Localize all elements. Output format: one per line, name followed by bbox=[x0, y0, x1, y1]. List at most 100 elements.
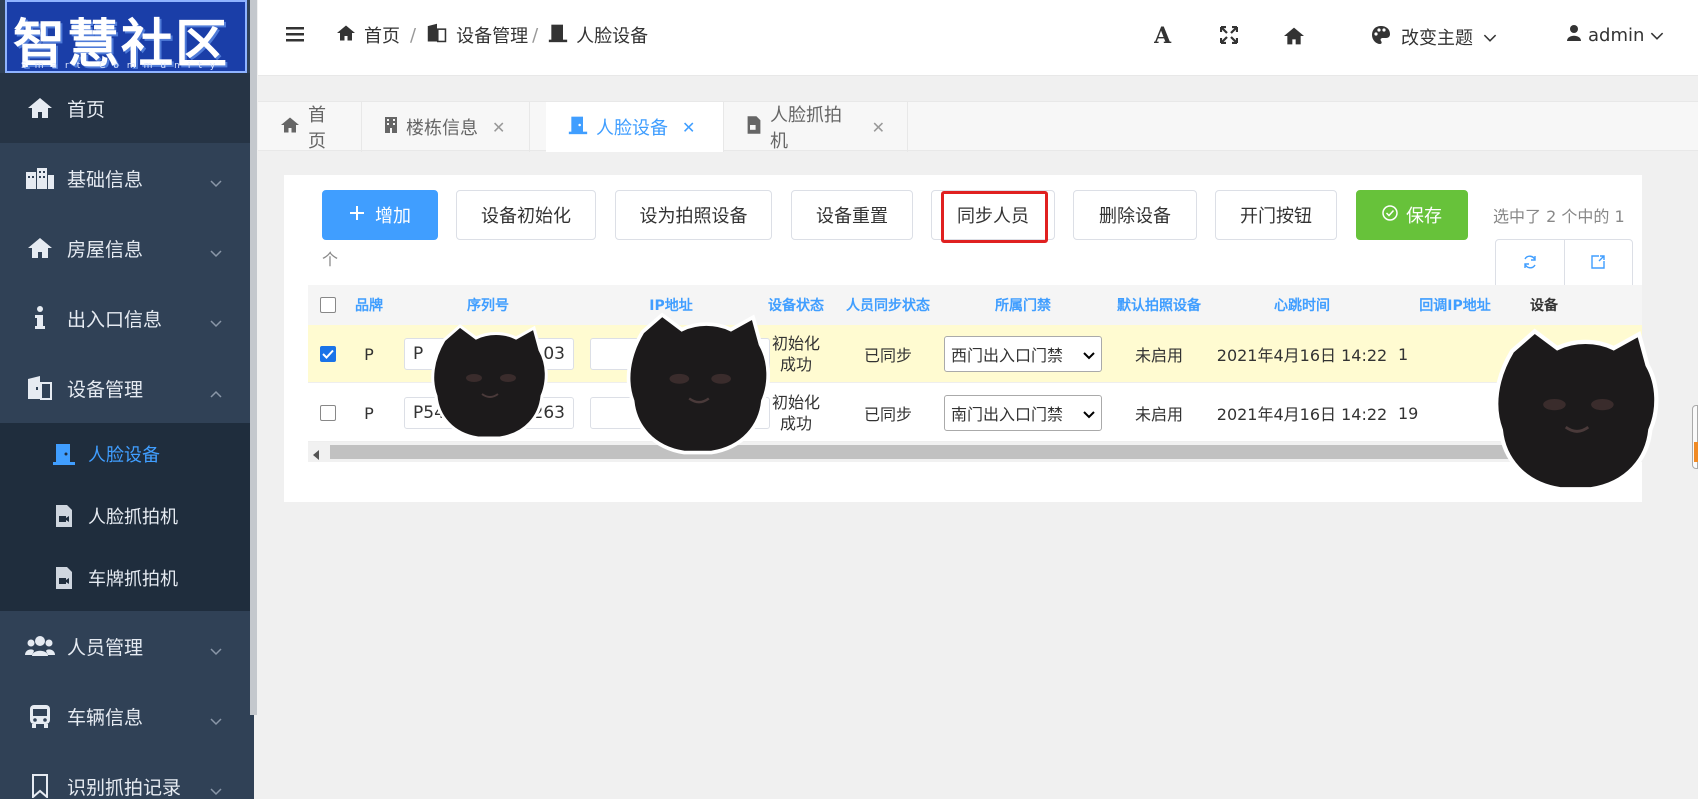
close-icon[interactable]: ✕ bbox=[872, 118, 885, 137]
door-value: 西门出入口门禁 bbox=[951, 346, 1064, 365]
sidebar-item-device-mgmt[interactable]: 设备管理 bbox=[0, 353, 250, 423]
column-header[interactable]: 所属门禁 bbox=[940, 285, 1106, 325]
sidebar-item-label: 设备管理 bbox=[67, 378, 144, 401]
mascot-sticker-icon bbox=[1494, 328, 1659, 492]
column-header[interactable]: 设备 bbox=[1518, 285, 1570, 325]
column-header[interactable]: 心跳时间 bbox=[1212, 285, 1392, 325]
home-icon bbox=[25, 93, 55, 123]
tab-building-info[interactable]: 楼栋信息 ✕ bbox=[362, 102, 530, 152]
scroll-left-icon[interactable] bbox=[312, 446, 320, 463]
mascot-sticker-icon bbox=[626, 312, 771, 455]
breadcrumb: 首页 / 设备管理 / 人脸设备 bbox=[336, 22, 648, 48]
bookmark-icon bbox=[25, 771, 55, 799]
column-header[interactable]: 人员同步状态 bbox=[836, 285, 940, 325]
door-value: 南门出入口门禁 bbox=[951, 405, 1064, 424]
sync-people-button[interactable]: 同步人员 bbox=[931, 190, 1055, 240]
tab-home[interactable]: 首页 bbox=[258, 102, 362, 152]
column-header[interactable]: 回调IP地址 bbox=[1392, 285, 1518, 325]
open-door-button[interactable]: 开门按钮 bbox=[1215, 190, 1337, 240]
chevron-down-icon bbox=[1650, 25, 1664, 46]
button-label: 设备重置 bbox=[816, 206, 888, 227]
home-icon[interactable] bbox=[1283, 26, 1305, 50]
button-label: 保存 bbox=[1406, 206, 1442, 227]
hamburger-menu-icon[interactable] bbox=[286, 26, 304, 46]
door-icon bbox=[52, 442, 76, 466]
device-submenu: 人脸设备 人脸抓拍机 车牌抓拍机 bbox=[0, 423, 250, 611]
building-icon bbox=[384, 116, 398, 139]
sidebar-item-vehicle-info[interactable]: 车辆信息 bbox=[0, 681, 250, 751]
sidebar-subitem-face-camera[interactable]: 人脸抓拍机 bbox=[0, 485, 250, 547]
chevron-down-icon bbox=[210, 639, 222, 661]
select-all-checkbox[interactable] bbox=[320, 297, 336, 313]
default-photo-cell: 未启用 bbox=[1134, 405, 1183, 424]
export-icon bbox=[1590, 254, 1606, 274]
tabs-bar: 首页 楼栋信息 ✕ 人脸设备 ✕ 人脸抓拍机 ✕ bbox=[258, 101, 1698, 152]
device-reset-button[interactable]: 设备重置 bbox=[791, 190, 913, 240]
row-checkbox[interactable] bbox=[320, 405, 336, 421]
set-photo-device-button[interactable]: 设为拍照设备 bbox=[615, 190, 772, 240]
selection-info: 选中了 2 个中的 1 bbox=[1493, 207, 1625, 226]
sidebar-item-house-info[interactable]: 房屋信息 bbox=[0, 213, 250, 283]
door-select[interactable]: 西门出入口门禁 bbox=[944, 336, 1102, 372]
sidebar-item-label: 识别抓拍记录 bbox=[67, 776, 182, 799]
font-size-icon[interactable]: A bbox=[1153, 23, 1172, 50]
select-all-cell bbox=[308, 285, 348, 325]
export-button[interactable] bbox=[1563, 240, 1633, 288]
sidebar-subitem-face-device[interactable]: 人脸设备 bbox=[0, 423, 250, 485]
tab-face-camera[interactable]: 人脸抓拍机 ✕ bbox=[724, 102, 908, 152]
column-header[interactable]: 品牌 bbox=[348, 285, 390, 325]
heartbeat-cell: 2021年4月16日 14:22 bbox=[1216, 346, 1388, 365]
check-circle-icon bbox=[1382, 204, 1398, 226]
breadcrumb-device-mgmt[interactable]: 设备管理 bbox=[426, 22, 528, 48]
door-select[interactable]: 南门出入口门禁 bbox=[944, 395, 1102, 431]
device-init-button[interactable]: 设备初始化 bbox=[456, 190, 596, 240]
sidebar-subitem-plate-camera[interactable]: 车牌抓拍机 bbox=[0, 547, 250, 609]
door-icon bbox=[568, 115, 588, 140]
breadcrumb-home[interactable]: 首页 bbox=[336, 22, 400, 48]
sidebar-item-label: 首页 bbox=[67, 98, 106, 121]
add-button[interactable]: 增加 bbox=[322, 190, 438, 240]
theme-switcher[interactable]: 改变主题 bbox=[1371, 24, 1497, 50]
camera-file-icon bbox=[52, 504, 76, 528]
user-menu[interactable]: admin bbox=[1566, 24, 1664, 47]
home-icon bbox=[280, 116, 300, 139]
row-checkbox[interactable] bbox=[320, 346, 336, 362]
fullscreen-icon[interactable] bbox=[1219, 25, 1239, 48]
default-photo-cell: 未启用 bbox=[1134, 346, 1183, 365]
chevron-down-icon bbox=[210, 779, 222, 799]
sidebar-item-label: 基础信息 bbox=[67, 168, 144, 191]
button-label: 设备初始化 bbox=[481, 206, 571, 227]
sidebar-item-capture-records[interactable]: 识别抓拍记录 bbox=[0, 751, 250, 799]
app-window: 智慧社区 Smart Community 首页 基础信息 房屋信息 出入口信息 … bbox=[0, 0, 1698, 799]
column-header[interactable]: 默认拍照设备 bbox=[1106, 285, 1212, 325]
tab-face-device[interactable]: 人脸设备 ✕ bbox=[546, 102, 724, 152]
breadcrumb-label: 设备管理 bbox=[456, 26, 529, 47]
mascot-sticker-icon bbox=[431, 324, 548, 440]
row-select-cell bbox=[308, 384, 348, 442]
side-drawer-handle[interactable] bbox=[1692, 405, 1698, 469]
sidebar-item-entrance-info[interactable]: 出入口信息 bbox=[0, 283, 250, 353]
building-icon bbox=[25, 163, 55, 193]
sidebar-item-basic-info[interactable]: 基础信息 bbox=[0, 143, 250, 213]
home-icon bbox=[25, 233, 55, 263]
top-header: 首页 / 设备管理 / 人脸设备 A 改变主题 admin bbox=[258, 0, 1698, 76]
button-label: 设为拍照设备 bbox=[639, 206, 748, 227]
chevron-down-icon bbox=[1483, 27, 1497, 48]
chevron-down-icon bbox=[210, 709, 222, 731]
scrollbar-thumb[interactable] bbox=[330, 445, 1578, 459]
close-icon[interactable]: ✕ bbox=[682, 118, 695, 137]
sidebar-item-home[interactable]: 首页 bbox=[0, 73, 250, 143]
theme-label: 改变主题 bbox=[1401, 28, 1473, 49]
sidebar-item-label: 出入口信息 bbox=[67, 308, 163, 331]
refresh-button[interactable] bbox=[1496, 240, 1564, 288]
save-button[interactable]: 保存 bbox=[1356, 190, 1468, 240]
tab-label: 首页 bbox=[308, 105, 326, 152]
users-icon bbox=[25, 631, 55, 661]
table-horizontal-scrollbar[interactable] bbox=[308, 442, 1642, 462]
sidebar-subitem-label: 人脸抓拍机 bbox=[88, 507, 178, 528]
camera-file-icon bbox=[746, 115, 762, 140]
delete-device-button[interactable]: 删除设备 bbox=[1073, 190, 1197, 240]
sidebar-scrollbar[interactable] bbox=[250, 0, 257, 715]
sidebar-item-people-mgmt[interactable]: 人员管理 bbox=[0, 611, 250, 681]
close-icon[interactable]: ✕ bbox=[492, 118, 505, 137]
